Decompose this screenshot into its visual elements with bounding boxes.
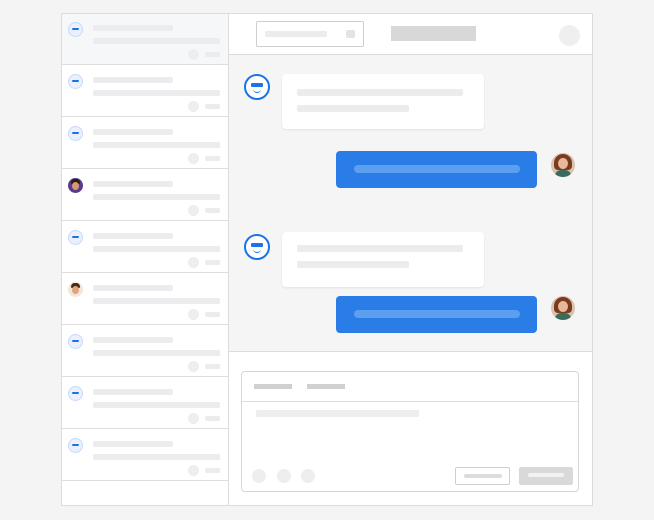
message-text-placeholder bbox=[354, 310, 520, 318]
user-avatar bbox=[551, 153, 575, 177]
conversation-name-placeholder bbox=[93, 181, 173, 187]
bot-icon bbox=[68, 126, 83, 141]
timestamp-placeholder bbox=[205, 468, 220, 473]
timestamp-placeholder bbox=[205, 104, 220, 109]
conversation-preview-placeholder bbox=[93, 142, 220, 148]
bot-icon bbox=[68, 74, 83, 89]
message-text-placeholder bbox=[297, 261, 409, 268]
message-input[interactable] bbox=[256, 410, 419, 417]
message-text-placeholder bbox=[297, 105, 409, 112]
unread-indicator bbox=[188, 205, 199, 216]
conversation-item[interactable] bbox=[62, 14, 228, 65]
conversation-preview-placeholder bbox=[93, 454, 220, 460]
person-avatar bbox=[68, 178, 83, 193]
conversation-item[interactable] bbox=[62, 430, 228, 481]
conversation-preview-placeholder bbox=[93, 194, 220, 200]
outgoing-message bbox=[336, 151, 537, 188]
profile-avatar[interactable] bbox=[559, 25, 580, 46]
chat-header bbox=[229, 14, 592, 55]
search-icon[interactable] bbox=[346, 30, 355, 38]
bot-icon bbox=[244, 74, 270, 100]
bot-icon bbox=[68, 438, 83, 453]
unread-indicator bbox=[188, 465, 199, 476]
timestamp-placeholder bbox=[205, 260, 220, 265]
conversation-item[interactable] bbox=[62, 222, 228, 273]
conversation-preview-placeholder bbox=[93, 298, 220, 304]
conversation-name-placeholder bbox=[93, 25, 173, 31]
composer-tab[interactable] bbox=[254, 384, 292, 389]
attach-icon[interactable] bbox=[277, 469, 291, 483]
timestamp-placeholder bbox=[205, 156, 220, 161]
image-icon[interactable] bbox=[301, 469, 315, 483]
bot-icon bbox=[68, 386, 83, 401]
conversation-item[interactable] bbox=[62, 170, 228, 221]
bot-icon bbox=[68, 230, 83, 245]
composer-area bbox=[229, 352, 592, 505]
conversation-name-placeholder bbox=[93, 389, 173, 395]
message-composer bbox=[241, 371, 579, 492]
unread-indicator bbox=[188, 257, 199, 268]
conversation-name-placeholder bbox=[93, 285, 173, 291]
conversation-name-placeholder bbox=[93, 233, 173, 239]
conversation-preview-placeholder bbox=[93, 402, 220, 408]
message-text-placeholder bbox=[297, 245, 463, 252]
send-button[interactable] bbox=[519, 467, 573, 485]
conversation-name-placeholder bbox=[93, 129, 173, 135]
bot-icon bbox=[68, 334, 83, 349]
bot-icon bbox=[244, 234, 270, 260]
conversation-name-placeholder bbox=[93, 441, 173, 447]
unread-indicator bbox=[188, 361, 199, 372]
unread-indicator bbox=[188, 413, 199, 424]
conversation-item[interactable] bbox=[62, 274, 228, 325]
composer-tab[interactable] bbox=[307, 384, 345, 389]
conversation-preview-placeholder bbox=[93, 38, 220, 44]
search-input[interactable] bbox=[256, 21, 364, 47]
timestamp-placeholder bbox=[205, 312, 220, 317]
conversation-list bbox=[62, 14, 229, 505]
composer-toolbar bbox=[242, 372, 578, 402]
conversation-name-placeholder bbox=[93, 77, 173, 83]
message-text-placeholder bbox=[354, 165, 520, 173]
timestamp-placeholder bbox=[205, 364, 220, 369]
conversation-item[interactable] bbox=[62, 326, 228, 377]
chat-app-window bbox=[61, 13, 593, 506]
bot-icon bbox=[68, 22, 83, 37]
search-placeholder bbox=[265, 31, 327, 37]
conversation-preview-placeholder bbox=[93, 246, 220, 252]
unread-indicator bbox=[188, 101, 199, 112]
conversation-preview-placeholder bbox=[93, 90, 220, 96]
conversation-preview-placeholder bbox=[93, 350, 220, 356]
conversation-title-placeholder bbox=[391, 26, 476, 41]
emoji-icon[interactable] bbox=[252, 469, 266, 483]
timestamp-placeholder bbox=[205, 52, 220, 57]
timestamp-placeholder bbox=[205, 416, 220, 421]
incoming-message bbox=[282, 232, 484, 287]
unread-indicator bbox=[188, 153, 199, 164]
conversation-item[interactable] bbox=[62, 66, 228, 117]
secondary-button[interactable] bbox=[455, 467, 510, 485]
conversation-item[interactable] bbox=[62, 118, 228, 169]
person-avatar bbox=[68, 282, 83, 297]
incoming-message bbox=[282, 74, 484, 129]
outgoing-message bbox=[336, 296, 537, 333]
timestamp-placeholder bbox=[205, 208, 220, 213]
conversation-name-placeholder bbox=[93, 337, 173, 343]
unread-indicator bbox=[188, 309, 199, 320]
unread-indicator bbox=[188, 49, 199, 60]
conversation-item[interactable] bbox=[62, 378, 228, 429]
message-thread bbox=[229, 55, 592, 352]
message-text-placeholder bbox=[297, 89, 463, 96]
user-avatar bbox=[551, 296, 575, 320]
